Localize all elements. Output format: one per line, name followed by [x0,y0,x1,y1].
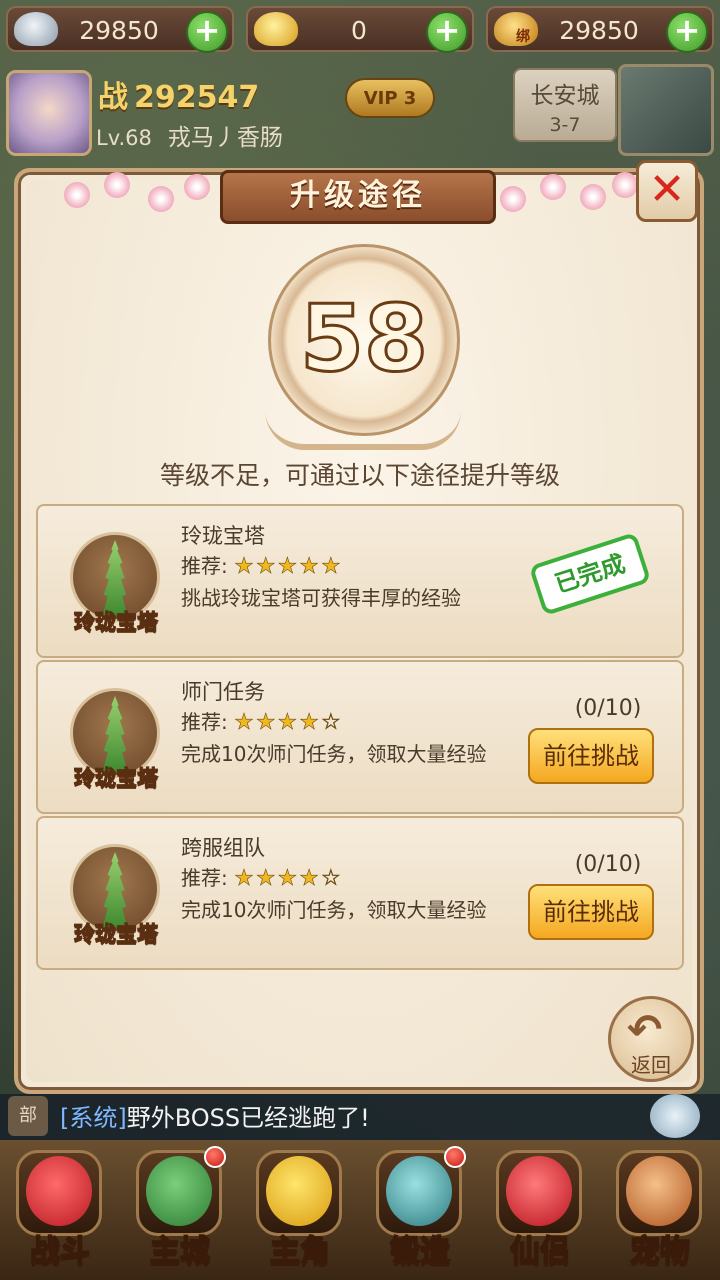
go-challenge-button[interactable]: 前往挑战 [528,884,654,940]
add-silver-button[interactable]: + [186,11,228,53]
level-ring-base [265,400,461,450]
back-button[interactable]: ↶ 返回 [608,996,694,1082]
player-avatar[interactable] [6,70,92,156]
route-name: 跨服组队 [181,836,265,860]
route-row-tower: 玲珑宝塔 玲珑宝塔 推荐: ★★★★★ 挑战玲珑宝塔可获得丰厚的经验 已完成 [36,504,684,658]
route-row-cross-server: 玲珑宝塔 跨服组队 推荐: ★★★★☆ 完成10次师门任务，领取大量经验 (0/… [36,816,684,970]
notification-dot [444,1146,466,1168]
route-description: 完成10次师门任务，领取大量经验 [181,898,487,922]
bound-gold-currency: 绑 29850 + [486,6,714,53]
route-row-sect-quest: 玲珑宝塔 师门任务 推荐: ★★★★☆ 完成10次师门任务，领取大量经验 (0/… [36,660,684,814]
silver-amount: 29850 [79,16,159,45]
nav-label: 仙侣 [509,1233,571,1270]
notification-dot [204,1146,226,1168]
back-arrow-icon: ↶ [627,1005,663,1054]
route-rating: 推荐: ★★★★☆ [181,706,343,736]
pet-monkey-icon [626,1156,692,1226]
nav-partner[interactable]: 仙侣 [484,1146,596,1272]
gold-ingot-icon [254,12,298,46]
route-icon-label: 玲珑宝塔 [74,922,159,947]
nav-label: 宠物 [629,1233,691,1270]
chat-bubble-icon[interactable] [650,1094,700,1138]
nav-label: 主角 [269,1233,331,1270]
silver-ingot-icon [14,12,58,46]
forge-hammer-icon [386,1156,452,1226]
star-rating-icon: ★★★★★ [234,554,343,580]
go-challenge-button[interactable]: 前往挑战 [528,728,654,784]
route-progress: (0/10) [574,696,642,721]
level-hint: 等级不足，可通过以下途径提升等级 [159,461,560,490]
add-gold-button[interactable]: + [426,11,468,53]
power-value: 292547 [134,80,260,115]
nav-label: 锻造 [389,1233,451,1270]
currency-bar: 29850 + 0 + 绑 29850 + [0,0,720,60]
player-name: 戎马丿香肠 [167,125,283,151]
dialog-title: 升级途径 [220,170,496,224]
star-rating-icon: ★★★★☆ [234,866,343,892]
required-level: 58 [298,284,429,394]
completed-stamp: 已完成 [528,531,652,617]
route-icon-label: 玲珑宝塔 [74,766,159,791]
close-button[interactable]: ✕ [636,160,698,222]
battle-icon [26,1156,92,1226]
chat-message-text: 野外BOSS已经逃跑了! [126,1104,370,1132]
nav-hero[interactable]: 主角 [244,1146,356,1272]
gold-currency: 0 + [246,6,474,53]
power-prefix: 战 [98,80,128,115]
nav-label: 战斗 [29,1233,91,1270]
bound-gold-amount: 29850 [559,16,639,45]
player-level: Lv.68 [96,126,152,150]
route-icon-label: 玲珑宝塔 [74,610,159,635]
nav-main-city[interactable]: 主城 [124,1146,236,1272]
nav-label: 主城 [149,1233,211,1270]
blossom-right-decoration [490,172,660,222]
back-label: 返回 [631,1053,671,1077]
hero-icon [266,1156,332,1226]
star-rating-icon: ★★★★☆ [234,710,343,736]
vip-badge[interactable]: VIP 3 [345,78,435,118]
route-name: 玲珑宝塔 [181,524,265,548]
combat-power: 战 292547 [98,72,259,116]
chat-channel-tab[interactable]: 部 [8,1096,48,1136]
nav-forge[interactable]: 锻造 [364,1146,476,1272]
route-description: 挑战玲珑宝塔可获得丰厚的经验 [181,586,461,610]
minimap[interactable] [618,64,714,156]
main-city-icon [146,1156,212,1226]
silver-currency: 29850 + [6,6,234,53]
nav-pet[interactable]: 宠物 [604,1146,716,1272]
route-rating: 推荐: ★★★★★ [181,550,343,580]
route-name: 师门任务 [181,680,265,704]
bound-gold-ingot-icon: 绑 [494,12,538,46]
route-progress: (0/10) [574,852,642,877]
partner-heart-icon [506,1156,572,1226]
location-panel[interactable]: 长安城 3-7 [513,68,617,142]
nav-battle[interactable]: 战斗 [4,1146,116,1272]
chat-bar[interactable]: 部 [系统]野外BOSS已经逃跑了! [0,1094,720,1140]
rating-label: 推荐: [181,554,228,578]
stage-number: 3-7 [549,114,581,136]
bound-badge: 绑 [516,29,530,45]
gold-amount: 0 [351,16,367,45]
player-level-line: Lv.68 戎马丿香肠 [96,118,283,152]
chat-message: [系统]野外BOSS已经逃跑了! [60,1098,370,1133]
rating-label: 推荐: [181,866,228,890]
bottom-nav: 战斗 主城 主角 锻造 仙侣 宠物 [0,1140,720,1280]
chat-system-tag: [系统] [60,1104,127,1132]
add-bound-gold-button[interactable]: + [666,11,708,53]
city-name: 长安城 [530,83,600,109]
route-description: 完成10次师门任务，领取大量经验 [181,742,487,766]
blossom-left-decoration [64,172,234,222]
rating-label: 推荐: [181,710,228,734]
route-rating: 推荐: ★★★★☆ [181,862,343,892]
